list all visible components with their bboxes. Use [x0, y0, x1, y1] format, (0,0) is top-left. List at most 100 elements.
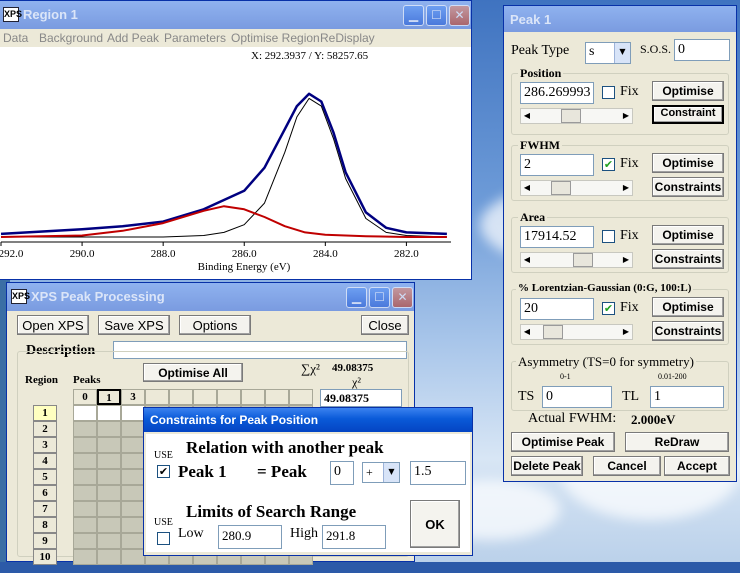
- slider-thumb[interactable]: [551, 181, 571, 195]
- grid-cell[interactable]: [97, 437, 121, 453]
- grid-cell[interactable]: [121, 437, 145, 453]
- chevron-down-icon[interactable]: ▼: [614, 43, 630, 63]
- grid-cell[interactable]: [97, 421, 121, 437]
- grid-cell[interactable]: [73, 549, 97, 565]
- grid-cell[interactable]: [97, 549, 121, 565]
- options-button[interactable]: Options: [179, 315, 251, 335]
- grid-cell[interactable]: [73, 485, 97, 501]
- grid-cell[interactable]: [73, 437, 97, 453]
- region-row-button[interactable]: 9: [33, 533, 57, 549]
- scroll-left-icon[interactable]: ◀: [521, 181, 533, 195]
- lg-slider[interactable]: ◀ ▶: [520, 324, 633, 340]
- area-slider[interactable]: ◀ ▶: [520, 252, 633, 268]
- peak-col-header[interactable]: [169, 389, 193, 405]
- region-row-button[interactable]: 8: [33, 517, 57, 533]
- peak-titlebar[interactable]: Peak 1: [504, 6, 736, 32]
- peak-col-header[interactable]: [217, 389, 241, 405]
- peak-ref-field[interactable]: 0: [330, 461, 354, 485]
- operator-select[interactable]: + ▼: [362, 462, 400, 483]
- fwhm-field[interactable]: 2: [520, 154, 594, 176]
- fwhm-fix-checkbox[interactable]: ✔: [602, 158, 615, 171]
- menu-parameters[interactable]: Parameters: [164, 31, 226, 45]
- close-button[interactable]: ✕: [392, 287, 413, 308]
- peak-col-header[interactable]: 3: [121, 389, 145, 405]
- region-row-button[interactable]: 2: [33, 421, 57, 437]
- scroll-right-icon[interactable]: ▶: [620, 181, 632, 195]
- accept-button[interactable]: Accept: [664, 456, 730, 476]
- grid-cell[interactable]: [73, 405, 97, 421]
- position-slider[interactable]: ◀ ▶: [520, 108, 633, 124]
- grid-cell[interactable]: [121, 501, 145, 517]
- close-button[interactable]: ✕: [449, 5, 470, 26]
- grid-cell[interactable]: [97, 517, 121, 533]
- peak-col-header[interactable]: [145, 389, 169, 405]
- area-constraints-button[interactable]: Constraints: [652, 249, 724, 269]
- chevron-down-icon[interactable]: ▼: [383, 463, 399, 482]
- grid-cell[interactable]: [121, 405, 145, 421]
- tl-field[interactable]: 1: [650, 386, 724, 408]
- redraw-button[interactable]: ReDraw: [625, 432, 729, 452]
- open-xps-button[interactable]: Open XPS: [17, 315, 89, 335]
- peak-col-header[interactable]: [265, 389, 289, 405]
- position-fix-checkbox[interactable]: [602, 86, 615, 99]
- grid-cell[interactable]: [97, 405, 121, 421]
- scroll-left-icon[interactable]: ◀: [521, 109, 533, 123]
- peak-type-select[interactable]: s ▼: [585, 42, 631, 64]
- low-field[interactable]: 280.9: [218, 525, 282, 549]
- grid-cell[interactable]: [73, 517, 97, 533]
- area-fix-checkbox[interactable]: [602, 230, 615, 243]
- ts-field[interactable]: 0: [542, 386, 612, 408]
- cancel-button[interactable]: Cancel: [593, 456, 661, 476]
- peak-col-header[interactable]: 0: [73, 389, 97, 405]
- region-row-button[interactable]: 1: [33, 405, 57, 421]
- maximize-button[interactable]: ☐: [369, 287, 390, 308]
- grid-cell[interactable]: [121, 421, 145, 437]
- fwhm-constraints-button[interactable]: Constraints: [652, 177, 724, 197]
- slider-thumb[interactable]: [573, 253, 593, 267]
- minimize-button[interactable]: ▁: [346, 287, 367, 308]
- grid-cell[interactable]: [73, 533, 97, 549]
- grid-cell[interactable]: [121, 453, 145, 469]
- slider-thumb[interactable]: [543, 325, 563, 339]
- peak-col-header[interactable]: [193, 389, 217, 405]
- fwhm-optimise-button[interactable]: Optimise: [652, 153, 724, 173]
- grid-cell[interactable]: [121, 533, 145, 549]
- grid-cell[interactable]: [121, 549, 145, 565]
- region-row-button[interactable]: 7: [33, 501, 57, 517]
- position-constraints-button[interactable]: Constraint: [652, 105, 724, 124]
- menu-redisplay[interactable]: ReDisplay: [320, 31, 375, 45]
- lg-constraints-button[interactable]: Constraints: [652, 321, 724, 341]
- lg-field[interactable]: 20: [520, 298, 594, 320]
- scroll-right-icon[interactable]: ▶: [620, 325, 632, 339]
- grid-cell[interactable]: [121, 469, 145, 485]
- sos-field[interactable]: 0: [674, 39, 730, 61]
- region-titlebar[interactable]: XPS Region 1 ▁ ☐ ✕: [0, 1, 471, 29]
- xps-titlebar[interactable]: XPS XPS Peak Processing ▁ ☐ ✕: [7, 283, 414, 311]
- region-row-button[interactable]: 4: [33, 453, 57, 469]
- region-row-button[interactable]: 5: [33, 469, 57, 485]
- menu-optimise-region[interactable]: Optimise Region: [231, 31, 320, 45]
- peak-col-header[interactable]: [289, 389, 313, 405]
- region-row-button[interactable]: 6: [33, 485, 57, 501]
- menu-add-peak[interactable]: Add Peak: [107, 31, 159, 45]
- high-field[interactable]: 291.8: [322, 525, 386, 549]
- area-optimise-button[interactable]: Optimise: [652, 225, 724, 245]
- spectrum-plot[interactable]: 292.0 290.0 288.0 286.0 284.0 282.0 Binding E…: [0, 47, 473, 279]
- scroll-left-icon[interactable]: ◀: [521, 253, 533, 267]
- grid-cell[interactable]: [97, 485, 121, 501]
- grid-cell[interactable]: [73, 453, 97, 469]
- constraints-titlebar[interactable]: Constraints for Peak Position: [144, 408, 472, 432]
- grid-cell[interactable]: [121, 517, 145, 533]
- menu-data[interactable]: Data: [3, 31, 28, 45]
- fwhm-slider[interactable]: ◀ ▶: [520, 180, 633, 196]
- grid-cell[interactable]: [97, 453, 121, 469]
- peak-col-header[interactable]: 1: [97, 389, 121, 405]
- scroll-right-icon[interactable]: ▶: [620, 109, 632, 123]
- area-field[interactable]: 17914.52: [520, 226, 594, 248]
- grid-cell[interactable]: [73, 421, 97, 437]
- position-optimise-button[interactable]: Optimise: [652, 81, 724, 101]
- close-xps-button[interactable]: Close: [361, 315, 409, 335]
- grid-cell[interactable]: [97, 469, 121, 485]
- save-xps-button[interactable]: Save XPS: [98, 315, 170, 335]
- position-field[interactable]: 286.269993: [520, 82, 594, 104]
